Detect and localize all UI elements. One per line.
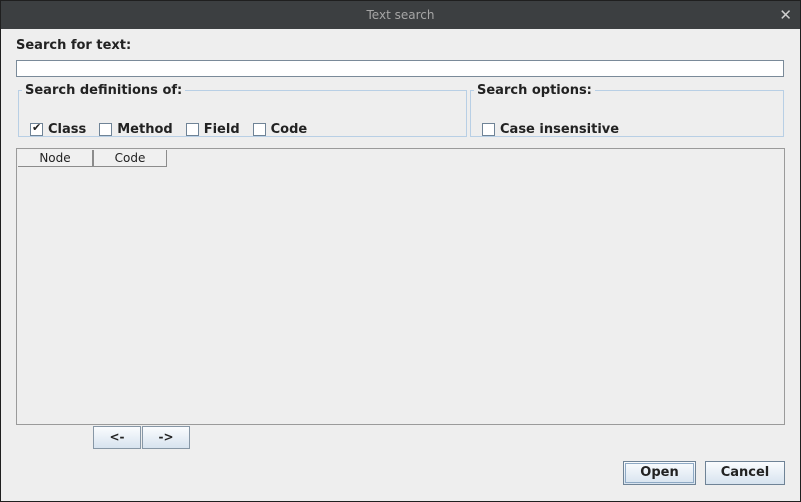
search-definitions-group: Search definitions of: ✔ Class Method Fi… [18,83,467,137]
results-table[interactable]: Node Code [16,148,785,425]
text-search-dialog: Text search ✕ Search for text: Search de… [1,1,800,501]
checkbox-label: Case insensitive [500,122,620,137]
search-input[interactable] [16,60,784,77]
close-icon[interactable]: ✕ [779,1,792,29]
open-button[interactable]: Open [623,461,696,485]
search-options-legend: Search options: [477,83,592,98]
checkbox-label: Field [203,122,240,137]
checkbox-box[interactable] [99,123,113,136]
search-label: Search for text: [16,38,132,53]
search-definitions-legend: Search definitions of: [25,83,183,98]
window-title: Text search [366,8,435,22]
checkbox-box[interactable] [185,123,199,136]
checkbox-method[interactable]: Method [99,122,173,137]
check-mark-icon: ✔ [32,121,42,134]
column-header-code[interactable]: Code [93,150,167,167]
previous-page-button[interactable]: <- [93,426,141,449]
checkbox-box[interactable] [482,123,495,136]
column-header-node[interactable]: Node [18,150,93,167]
checkbox-label: Code [270,122,308,137]
checkbox-class[interactable]: ✔ Class [30,121,87,137]
next-page-button[interactable]: -> [142,426,190,449]
checkbox-box[interactable]: ✔ [30,121,43,136]
search-options-group: Search options: Case insensitive [470,83,784,137]
cancel-button[interactable]: Cancel [705,461,785,485]
checkbox-code[interactable]: Code [252,122,308,137]
checkbox-label: Method [117,122,173,137]
checkbox-box[interactable] [252,123,266,136]
checkbox-field[interactable]: Field [185,122,240,137]
checkbox-case-insensitive[interactable]: Case insensitive [482,122,619,137]
title-bar[interactable]: Text search ✕ [1,1,800,29]
checkbox-label: Class [48,122,87,137]
